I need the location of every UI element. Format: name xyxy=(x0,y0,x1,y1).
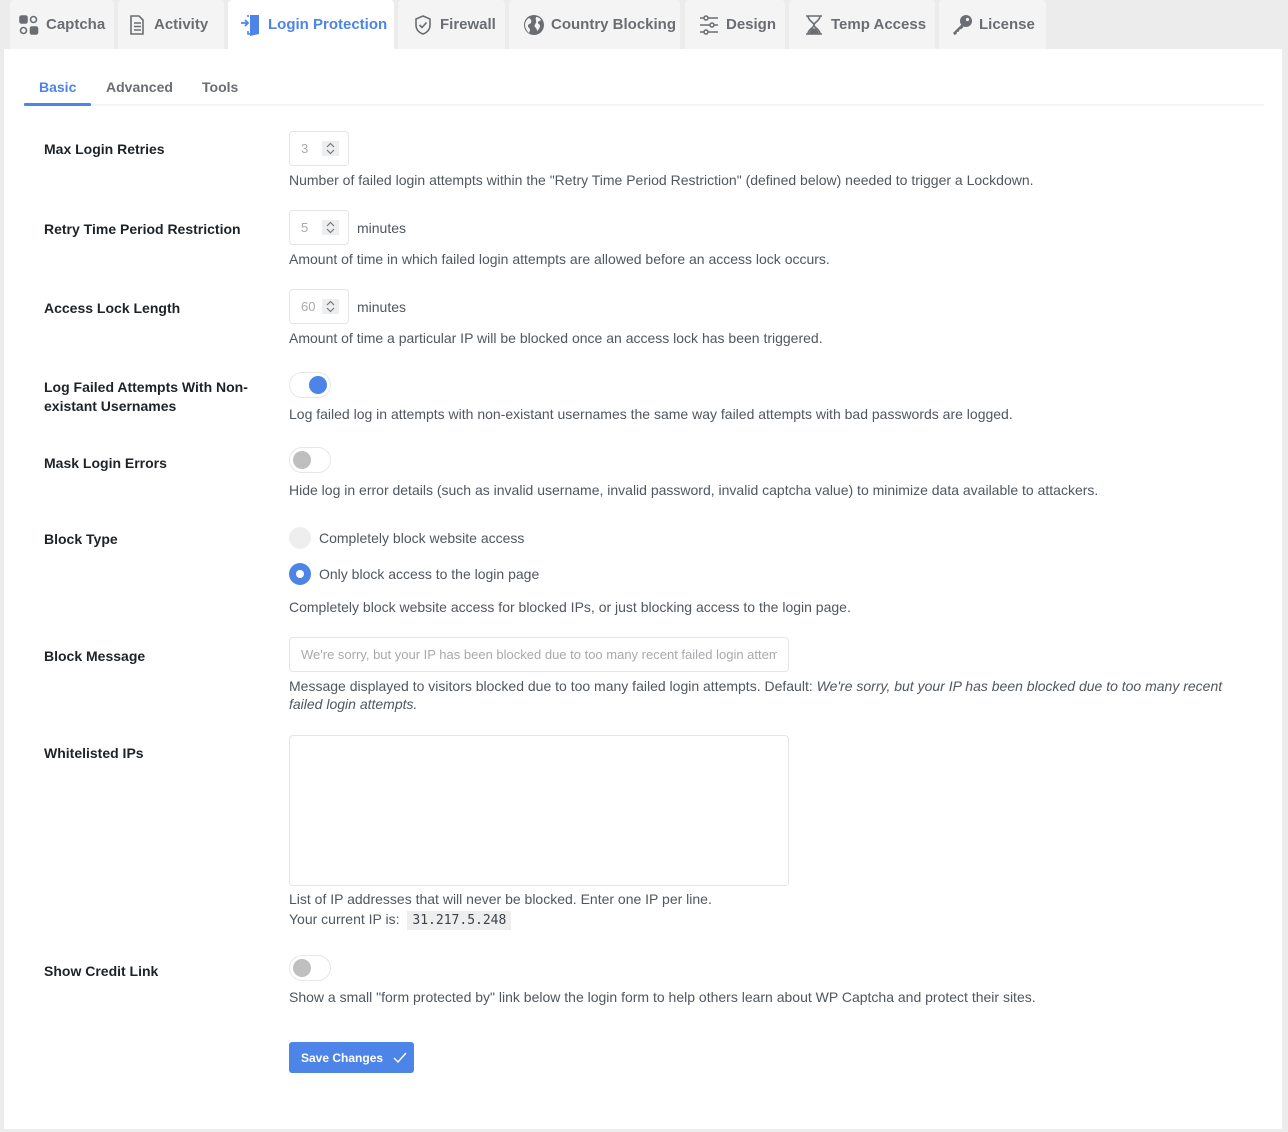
shield-check-icon xyxy=(412,14,434,36)
document-icon xyxy=(126,14,148,36)
subtab-basic[interactable]: Basic xyxy=(39,79,76,95)
check-icon xyxy=(393,1052,407,1063)
login-door-icon xyxy=(240,14,262,36)
tab-label: Firewall xyxy=(440,16,496,33)
tab-label: License xyxy=(979,16,1035,33)
subtabs: Basic Advanced Tools xyxy=(24,73,1264,106)
tab-label: Activity xyxy=(154,16,209,33)
tab-label: Design xyxy=(726,16,777,33)
tab-country-blocking[interactable]: Country Blocking xyxy=(509,0,680,49)
whitelisted-ips-label: Whitelisted IPs xyxy=(44,745,144,761)
tab-label: Login Protection xyxy=(268,16,388,33)
mask-login-errors-description: Hide log in error details (such as inval… xyxy=(289,482,1099,498)
block-type-description: Completely block website access for bloc… xyxy=(289,599,851,615)
access-lock-length-unit: minutes xyxy=(357,299,407,315)
log-nonexistent-toggle[interactable] xyxy=(289,372,331,398)
block-message-description: Message displayed to visitors blocked du… xyxy=(289,677,1229,713)
show-credit-link-description: Show a small "form protected by" link be… xyxy=(289,989,1036,1005)
save-changes-button[interactable]: Save Changes xyxy=(289,1042,414,1073)
max-login-retries-input[interactable]: 3 xyxy=(289,131,349,166)
key-icon xyxy=(951,14,973,36)
tab-design[interactable]: Design xyxy=(685,0,785,49)
max-login-retries-description: Number of failed login attempts within t… xyxy=(289,172,1034,188)
tab-firewall[interactable]: Firewall xyxy=(398,0,505,49)
block-message-label: Block Message xyxy=(44,648,146,664)
show-credit-link-toggle[interactable] xyxy=(289,955,331,981)
retry-time-period-value: 5 xyxy=(301,220,309,235)
log-nonexistent-label: Log Failed Attempts With Non-existant Us… xyxy=(44,379,248,414)
show-credit-link-label: Show Credit Link xyxy=(44,963,159,979)
save-button-label: Save Changes xyxy=(301,1050,384,1065)
subtab-tools[interactable]: Tools xyxy=(202,79,238,95)
access-lock-length-description: Amount of time a particular IP will be b… xyxy=(289,330,823,346)
log-nonexistent-description: Log failed log in attempts with non-exis… xyxy=(289,406,1013,422)
toggle-knob xyxy=(293,959,311,977)
radio-button[interactable] xyxy=(289,527,311,549)
sliders-icon xyxy=(698,14,720,36)
max-login-retries-label: Max Login Retries xyxy=(44,141,165,157)
block-message-input[interactable] xyxy=(289,637,789,672)
current-ip-line: Your current IP is: 31.217.5.248 xyxy=(289,910,512,930)
description-text: Message displayed to visitors blocked du… xyxy=(289,678,817,694)
access-lock-length-input[interactable]: 60 xyxy=(289,289,349,324)
tab-label: Country Blocking xyxy=(551,16,677,33)
radio-label: Only block access to the login page xyxy=(319,566,540,582)
mask-login-errors-label: Mask Login Errors xyxy=(44,455,167,471)
toggle-knob xyxy=(309,376,327,394)
spinner-icon[interactable] xyxy=(322,299,339,314)
retry-time-period-label: Retry Time Period Restriction xyxy=(44,221,241,237)
globe-icon xyxy=(523,14,545,36)
retry-time-period-input[interactable]: 5 xyxy=(289,210,349,245)
tab-label: Captcha xyxy=(46,16,106,33)
access-lock-length-label: Access Lock Length xyxy=(44,300,181,316)
max-login-retries-value: 3 xyxy=(301,141,309,156)
mask-login-errors-toggle[interactable] xyxy=(289,447,331,473)
block-type-option-full[interactable]: Completely block website access xyxy=(289,527,524,549)
settings-panel: Basic Advanced Tools Max Login Retries 3… xyxy=(4,49,1282,1129)
tab-activity[interactable]: Activity xyxy=(118,0,224,49)
block-type-label: Block Type xyxy=(44,531,118,547)
hourglass-icon xyxy=(803,14,825,36)
tab-login-protection[interactable]: Login Protection xyxy=(228,0,394,49)
active-subtab-indicator xyxy=(24,103,91,106)
whitelisted-ips-description: List of IP addresses that will never be … xyxy=(289,891,712,907)
toggle-knob xyxy=(293,451,311,469)
whitelisted-ips-textarea[interactable] xyxy=(289,735,789,886)
tab-license[interactable]: License xyxy=(939,0,1046,49)
spinner-icon[interactable] xyxy=(322,141,339,156)
current-ip-value: 31.217.5.248 xyxy=(407,911,512,930)
tab-temp-access[interactable]: Temp Access xyxy=(789,0,935,49)
radio-label: Completely block website access xyxy=(319,530,525,546)
captcha-icon xyxy=(18,14,40,36)
block-type-option-login[interactable]: Only block access to the login page xyxy=(289,563,539,585)
spinner-icon[interactable] xyxy=(322,220,339,235)
retry-time-period-description: Amount of time in which failed login att… xyxy=(289,251,830,267)
access-lock-length-value: 60 xyxy=(301,299,316,314)
current-ip-label: Your current IP is: xyxy=(289,911,400,927)
tab-label: Temp Access xyxy=(831,16,927,33)
subtab-advanced[interactable]: Advanced xyxy=(106,79,173,95)
retry-time-period-unit: minutes xyxy=(357,220,407,236)
tab-captcha[interactable]: Captcha xyxy=(10,0,114,49)
radio-button[interactable] xyxy=(289,563,311,585)
